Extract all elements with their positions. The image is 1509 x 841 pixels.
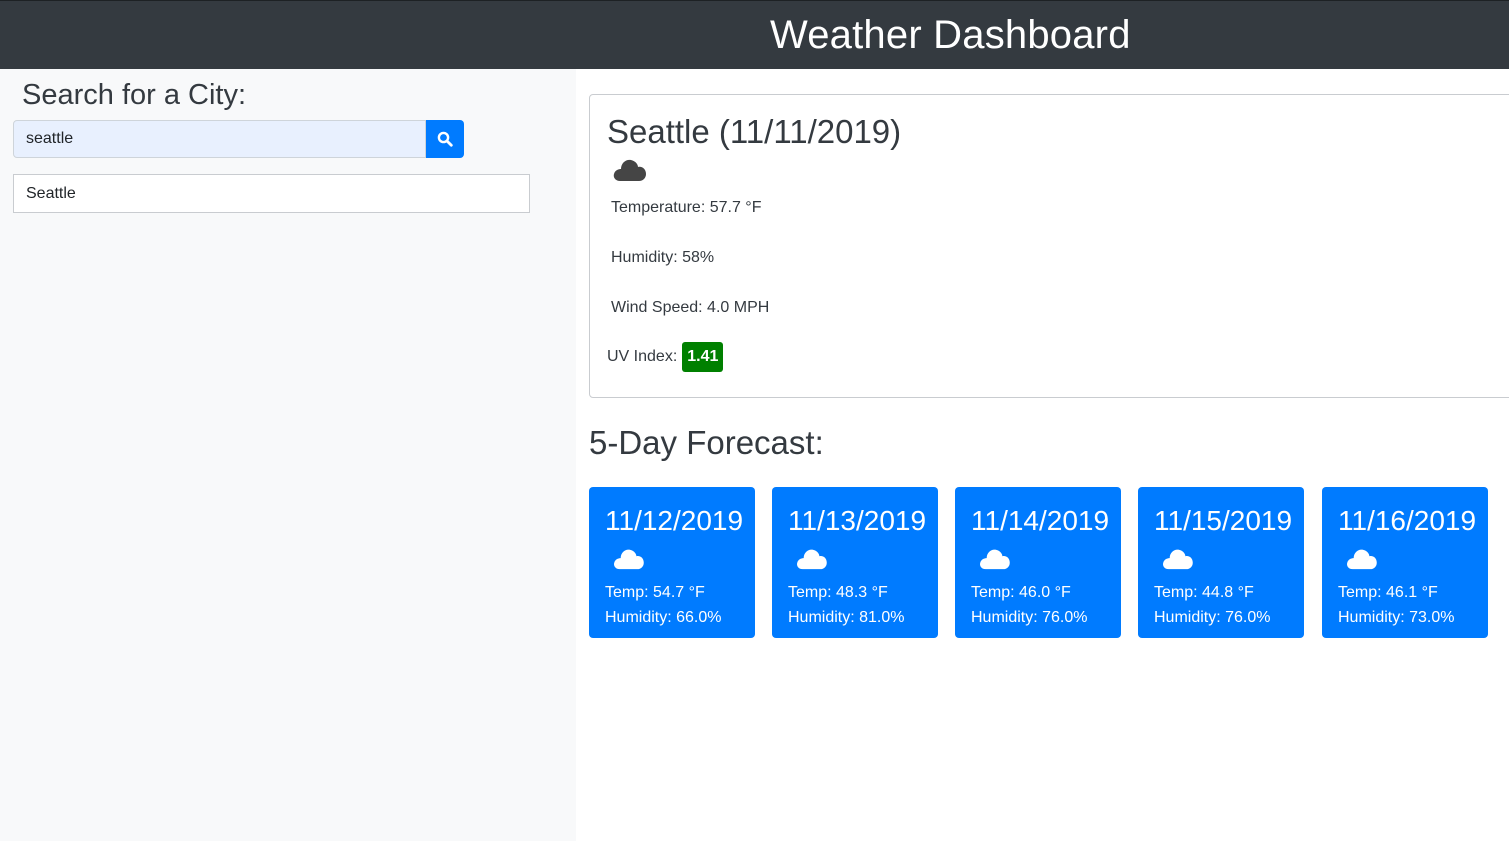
app-title: Weather Dashboard <box>770 13 1131 57</box>
forecast-card: 11/15/2019 Temp: 44.8 °F Humidity: 76.0% <box>1138 487 1304 638</box>
forecast-card: 11/16/2019 Temp: 46.1 °F Humidity: 73.0% <box>1322 487 1488 638</box>
forecast-date: 11/14/2019 <box>971 505 1110 536</box>
forecast-temp: Temp: 54.7 °F <box>605 584 705 601</box>
forecast-date: 11/16/2019 <box>1338 505 1477 536</box>
forecast-card: 11/14/2019 Temp: 46.0 °F Humidity: 76.0% <box>955 487 1121 638</box>
uv-index-badge: 1.41 <box>682 342 724 372</box>
cloud-icon <box>614 549 644 570</box>
forecast-humidity: Humidity: 73.0% <box>1338 609 1455 626</box>
current-temperature: Temperature: 57.7 °F <box>611 199 762 216</box>
forecast-card: 11/12/2019 Temp: 54.7 °F Humidity: 66.0% <box>589 487 755 638</box>
search-heading: Search for a City: <box>22 79 247 111</box>
forecast-temp: Temp: 44.8 °F <box>1154 584 1254 601</box>
forecast-card: 11/13/2019 Temp: 48.3 °F Humidity: 81.0% <box>772 487 938 638</box>
history-item-seattle[interactable]: Seattle <box>13 174 530 213</box>
forecast-humidity: Humidity: 76.0% <box>971 609 1088 626</box>
uv-index-label: UV Index: <box>607 348 678 365</box>
search-icon <box>437 131 453 147</box>
current-humidity: Humidity: 58% <box>611 249 715 266</box>
cloud-icon <box>1163 549 1193 570</box>
current-weather-card: Seattle (11/11/2019) Temperature: 57.7 °… <box>589 94 1509 398</box>
forecast-date: 11/13/2019 <box>788 505 927 536</box>
search-history-list: Seattle <box>13 174 530 213</box>
forecast-heading: 5-Day Forecast: <box>589 424 824 461</box>
current-city-title: Seattle (11/11/2019) <box>607 113 902 150</box>
forecast-humidity: Humidity: 76.0% <box>1154 609 1271 626</box>
cloud-icon <box>980 549 1010 570</box>
forecast-date: 11/12/2019 <box>605 505 744 536</box>
city-search-input[interactable] <box>13 120 426 158</box>
forecast-date: 11/15/2019 <box>1154 505 1293 536</box>
forecast-humidity: Humidity: 66.0% <box>605 609 722 626</box>
forecast-humidity: Humidity: 81.0% <box>788 609 905 626</box>
cloud-icon <box>1347 549 1377 570</box>
forecast-temp: Temp: 48.3 °F <box>788 584 888 601</box>
search-button[interactable] <box>426 120 464 158</box>
uv-index-row: UV Index: 1.41 <box>607 342 724 372</box>
navbar: Weather Dashboard <box>0 0 1509 69</box>
sidebar: Search for a City: Seattle <box>0 69 576 841</box>
cloud-icon <box>797 549 827 570</box>
forecast-temp: Temp: 46.1 °F <box>1338 584 1438 601</box>
current-wind-speed: Wind Speed: 4.0 MPH <box>611 299 770 316</box>
cloud-icon <box>613 159 646 181</box>
forecast-temp: Temp: 46.0 °F <box>971 584 1071 601</box>
